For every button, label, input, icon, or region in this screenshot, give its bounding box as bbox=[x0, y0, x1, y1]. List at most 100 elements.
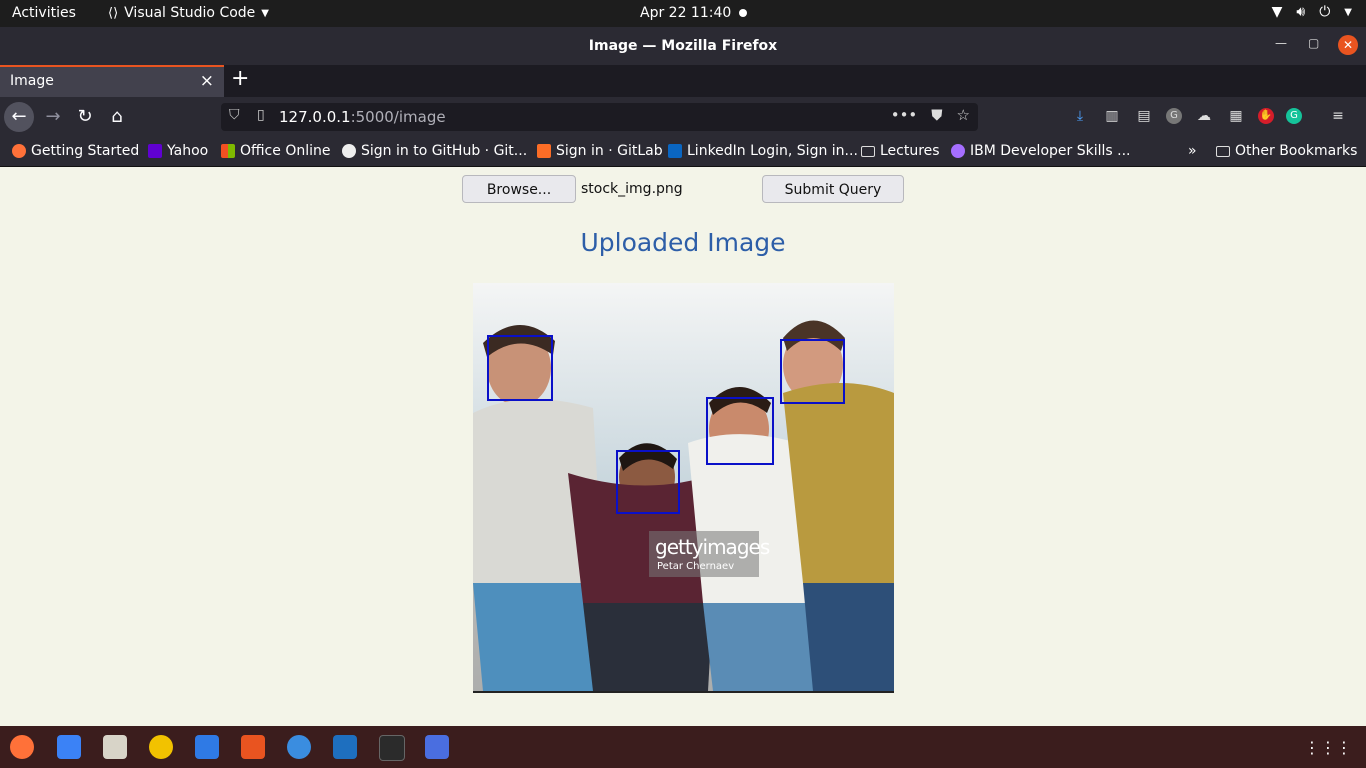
toolbar-icons: ⤓ ▥ ▤ G ☁ ▦ ✋ G ≡ bbox=[1070, 106, 1348, 126]
files-icon[interactable] bbox=[103, 735, 127, 759]
library-icon[interactable]: ▥ bbox=[1102, 106, 1122, 126]
selected-file-name: stock_img.png bbox=[581, 181, 683, 197]
gitlab-icon bbox=[537, 144, 551, 158]
back-icon[interactable]: ← bbox=[4, 102, 34, 132]
github-icon bbox=[342, 144, 356, 158]
bookmarks-toolbar: Getting Started Yahoo Office Online Sign… bbox=[0, 137, 1366, 167]
sidebar-icon[interactable]: ▤ bbox=[1134, 106, 1154, 126]
extension-grid-icon[interactable]: ▦ bbox=[1226, 106, 1246, 126]
rhythmbox-icon[interactable] bbox=[149, 735, 173, 759]
screenshot-icon[interactable] bbox=[425, 735, 449, 759]
watermark: gettyimages Petar Chernaev bbox=[649, 531, 770, 577]
watermark-credit: Petar Chernaev bbox=[657, 561, 735, 572]
menu-icon[interactable]: ≡ bbox=[1328, 106, 1348, 126]
system-top-bar: Activities ⟨⟩ Visual Studio Code ▼ Apr 2… bbox=[0, 0, 1366, 27]
bookmark-folder-lectures[interactable]: Lectures bbox=[861, 143, 940, 159]
shield-icon[interactable]: ⛉ bbox=[229, 107, 240, 123]
bookmark-star-icon[interactable]: ☆ bbox=[957, 106, 970, 124]
bookmark-label: LinkedIn Login, Sign in... bbox=[687, 143, 858, 159]
firefox-icon bbox=[12, 144, 26, 158]
vscode-icon[interactable] bbox=[333, 735, 357, 759]
tab-image[interactable]: Image × bbox=[0, 65, 224, 97]
url-path: :5000/image bbox=[350, 108, 446, 126]
submit-query-button[interactable]: Submit Query bbox=[762, 175, 904, 203]
writer-icon[interactable] bbox=[195, 735, 219, 759]
yahoo-icon bbox=[148, 144, 162, 158]
bookmark-label: Sign in · GitLab bbox=[556, 143, 663, 159]
download-icon[interactable]: ⤓ bbox=[1070, 106, 1090, 126]
forward-icon[interactable]: → bbox=[38, 102, 68, 132]
ibm-icon bbox=[951, 144, 965, 158]
firefox-icon[interactable] bbox=[10, 735, 34, 759]
system-tray[interactable]: ▼ 🔊︎ ⏻ ▼ bbox=[1272, 4, 1352, 20]
power-icon: ⏻ bbox=[1319, 4, 1331, 20]
thunderbird-icon[interactable] bbox=[57, 735, 81, 759]
page-actions-icon[interactable]: ••• bbox=[891, 106, 918, 124]
help-icon[interactable] bbox=[287, 735, 311, 759]
tab-strip: Image × + bbox=[0, 65, 1366, 97]
bookmark-getting-started[interactable]: Getting Started bbox=[12, 143, 139, 159]
reload-icon[interactable]: ↻ bbox=[70, 102, 100, 132]
bookmark-label: Sign in to GitHub · Git... bbox=[361, 143, 528, 159]
clock[interactable]: Apr 22 11:40 bbox=[640, 5, 731, 21]
url-bar[interactable]: ⛉ ▯ 127.0.0.1:5000/image ••• ⛊ ☆ bbox=[221, 103, 978, 131]
tab-label: Image bbox=[10, 73, 54, 89]
vscode-icon: ⟨⟩ bbox=[108, 5, 119, 21]
page-heading: Uploaded Image bbox=[580, 228, 786, 257]
bookmark-office-online[interactable]: Office Online bbox=[221, 143, 330, 159]
watermark-brand: gettyimages bbox=[655, 535, 770, 559]
window-title: Image — Mozilla Firefox bbox=[588, 38, 778, 54]
close-tab-icon[interactable]: × bbox=[200, 71, 214, 91]
show-applications-icon[interactable]: ⋮⋮⋮ bbox=[1304, 738, 1352, 757]
extension-mask-icon[interactable]: ☁ bbox=[1194, 106, 1214, 126]
dock: ⋮⋮⋮ bbox=[0, 726, 1366, 768]
wifi-icon: ▼ bbox=[1271, 4, 1283, 20]
bookmark-linkedin[interactable]: LinkedIn Login, Sign in... bbox=[668, 143, 858, 159]
bookmark-label: Getting Started bbox=[31, 143, 140, 159]
navigation-toolbar: ← → ↻ ⌂ ⛉ ▯ 127.0.0.1:5000/image ••• ⛊ ☆… bbox=[0, 97, 1366, 137]
bookmark-folder-other[interactable]: Other Bookmarks bbox=[1216, 143, 1357, 159]
folder-icon bbox=[1216, 145, 1230, 157]
extension-grammarly-icon[interactable]: G bbox=[1166, 108, 1182, 124]
folder-icon bbox=[861, 145, 875, 157]
app-menu[interactable]: ⟨⟩ Visual Studio Code ▼ bbox=[108, 5, 269, 21]
home-icon[interactable]: ⌂ bbox=[102, 102, 132, 132]
face-detection-box bbox=[780, 339, 845, 404]
terminal-icon[interactable] bbox=[379, 735, 405, 761]
url-host: 127.0.0.1 bbox=[279, 108, 351, 126]
software-icon[interactable] bbox=[241, 735, 265, 759]
app-name-label: Visual Studio Code bbox=[124, 5, 256, 21]
bookmark-label: Yahoo bbox=[167, 143, 209, 159]
window-title-bar: Image — Mozilla Firefox — ▢ ✕ bbox=[0, 27, 1366, 65]
face-detection-box bbox=[487, 335, 553, 401]
page-info-icon[interactable]: ▯ bbox=[257, 107, 265, 123]
office-icon bbox=[221, 144, 235, 158]
bookmark-ibm[interactable]: IBM Developer Skills ... bbox=[951, 143, 1130, 159]
bookmark-label: Lectures bbox=[880, 143, 940, 159]
extension-stop-icon[interactable]: ✋ bbox=[1258, 108, 1274, 124]
linkedin-icon bbox=[668, 144, 682, 158]
extension-g-icon[interactable]: G bbox=[1286, 108, 1302, 124]
chevron-down-icon: ▼ bbox=[261, 7, 269, 19]
maximize-icon[interactable]: ▢ bbox=[1308, 36, 1319, 50]
volume-icon: 🔊︎ bbox=[1296, 4, 1306, 20]
bookmark-label: IBM Developer Skills ... bbox=[970, 143, 1131, 159]
browse-button[interactable]: Browse... bbox=[462, 175, 576, 203]
new-tab-icon[interactable]: + bbox=[231, 66, 249, 91]
face-detection-box bbox=[706, 397, 774, 465]
close-window-button[interactable]: ✕ bbox=[1338, 35, 1358, 55]
bookmark-gitlab[interactable]: Sign in · GitLab bbox=[537, 143, 663, 159]
page-content: Browse... stock_img.png Submit Query Upl… bbox=[0, 167, 1366, 726]
uploaded-image: gettyimages Petar Chernaev bbox=[473, 283, 894, 693]
bookmark-github[interactable]: Sign in to GitHub · Git... bbox=[342, 143, 527, 159]
url-text: 127.0.0.1:5000/image bbox=[279, 108, 446, 126]
minimize-icon[interactable]: — bbox=[1275, 36, 1287, 50]
face-detection-box bbox=[616, 450, 680, 514]
activities-button[interactable]: Activities bbox=[12, 5, 76, 21]
bookmark-label: Office Online bbox=[240, 143, 331, 159]
bookmark-yahoo[interactable]: Yahoo bbox=[148, 143, 208, 159]
notification-dot bbox=[739, 9, 747, 17]
pocket-icon[interactable]: ⛊ bbox=[931, 106, 942, 124]
bookmark-label: Other Bookmarks bbox=[1235, 143, 1358, 159]
more-bookmarks-chevron-icon[interactable]: » bbox=[1188, 143, 1197, 159]
